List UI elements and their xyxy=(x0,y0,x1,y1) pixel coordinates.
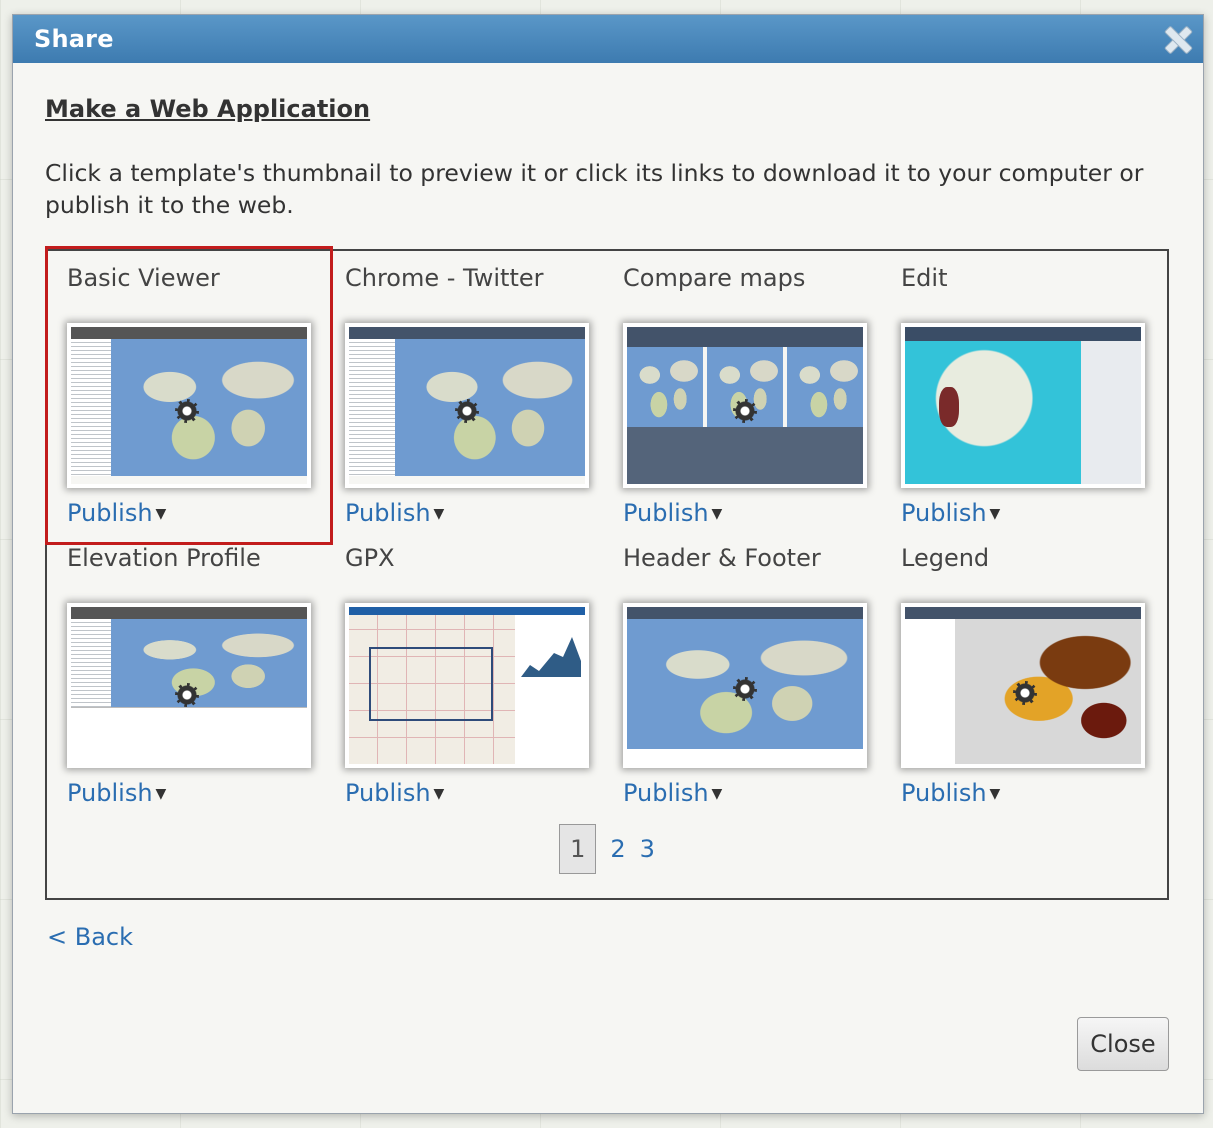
template-name: Chrome - Twitter xyxy=(345,264,544,292)
template-name: Compare maps xyxy=(623,264,806,292)
gear-icon xyxy=(733,677,757,701)
caret-down-icon: ▼ xyxy=(989,506,1001,522)
template-header-footer: Header & Footer Publish ▼ xyxy=(603,531,881,811)
caret-down-icon: ▼ xyxy=(711,506,723,522)
template-basic-viewer: Basic Viewer Publish ▼ xyxy=(47,251,325,531)
caret-down-icon: ▼ xyxy=(989,786,1001,802)
publish-link[interactable]: Publish ▼ xyxy=(345,499,444,527)
close-button[interactable]: Close xyxy=(1077,1017,1169,1071)
pagination: 123 xyxy=(47,824,1167,874)
template-name: Basic Viewer xyxy=(67,264,220,292)
caret-down-icon: ▼ xyxy=(433,786,445,802)
caret-down-icon: ▼ xyxy=(155,786,167,802)
gear-icon xyxy=(455,399,479,423)
publish-link[interactable]: Publish ▼ xyxy=(623,779,722,807)
section-heading: Make a Web Application xyxy=(45,95,371,123)
publish-link[interactable]: Publish ▼ xyxy=(901,779,1000,807)
caret-down-icon: ▼ xyxy=(711,786,723,802)
template-thumbnail-legend[interactable] xyxy=(901,603,1145,768)
template-name: Legend xyxy=(901,544,990,572)
template-name: GPX xyxy=(345,544,395,572)
template-thumbnail-basic-viewer[interactable] xyxy=(67,323,311,488)
template-thumbnail-elevation-profile[interactable] xyxy=(67,603,311,768)
publish-link[interactable]: Publish ▼ xyxy=(67,499,166,527)
publish-link[interactable]: Publish ▼ xyxy=(345,779,444,807)
publish-link[interactable]: Publish ▼ xyxy=(623,499,722,527)
page-3[interactable]: 3 xyxy=(640,835,655,863)
gear-icon xyxy=(733,399,757,423)
gear-icon xyxy=(1013,681,1037,705)
template-gpx: GPX Publish ▼ xyxy=(325,531,603,811)
page-1[interactable]: 1 xyxy=(559,824,597,874)
template-thumbnail-chrome-twitter[interactable] xyxy=(345,323,589,488)
template-thumbnail-edit[interactable] xyxy=(901,323,1145,488)
template-name: Header & Footer xyxy=(623,544,821,572)
template-thumbnail-gpx[interactable] xyxy=(345,603,589,768)
template-name: Edit xyxy=(901,264,948,292)
template-compare-maps: Compare maps Publish ▼ xyxy=(603,251,881,531)
dialog-title: Share xyxy=(34,25,114,53)
caret-down-icon: ▼ xyxy=(155,506,167,522)
close-icon[interactable] xyxy=(1161,23,1193,55)
dialog-titlebar: Share xyxy=(13,15,1203,63)
template-name: Elevation Profile xyxy=(67,544,261,572)
template-chrome-twitter: Chrome - Twitter Publish ▼ xyxy=(325,251,603,531)
publish-link[interactable]: Publish ▼ xyxy=(901,499,1000,527)
gear-icon xyxy=(175,683,199,707)
page-2[interactable]: 2 xyxy=(610,835,625,863)
template-thumbnail-header-footer[interactable] xyxy=(623,603,867,768)
template-thumbnail-compare-maps[interactable] xyxy=(623,323,867,488)
back-link[interactable]: < Back xyxy=(47,923,133,951)
instructions-text: Click a template's thumbnail to preview … xyxy=(45,159,1144,219)
template-gallery: Basic Viewer Publish▼ Chrome - Twitter xyxy=(45,246,1169,900)
template-legend: Legend Publish ▼ xyxy=(881,531,1159,811)
publish-link[interactable]: Publish ▼ xyxy=(67,779,166,807)
template-elevation-profile: Elevation Profile Publish ▼ xyxy=(47,531,325,811)
caret-down-icon: ▼ xyxy=(433,506,445,522)
gear-icon xyxy=(175,399,199,423)
share-dialog: Share Make a Web Application Click a tem… xyxy=(12,14,1204,1114)
template-edit: Edit Publish ▼ xyxy=(881,251,1159,531)
